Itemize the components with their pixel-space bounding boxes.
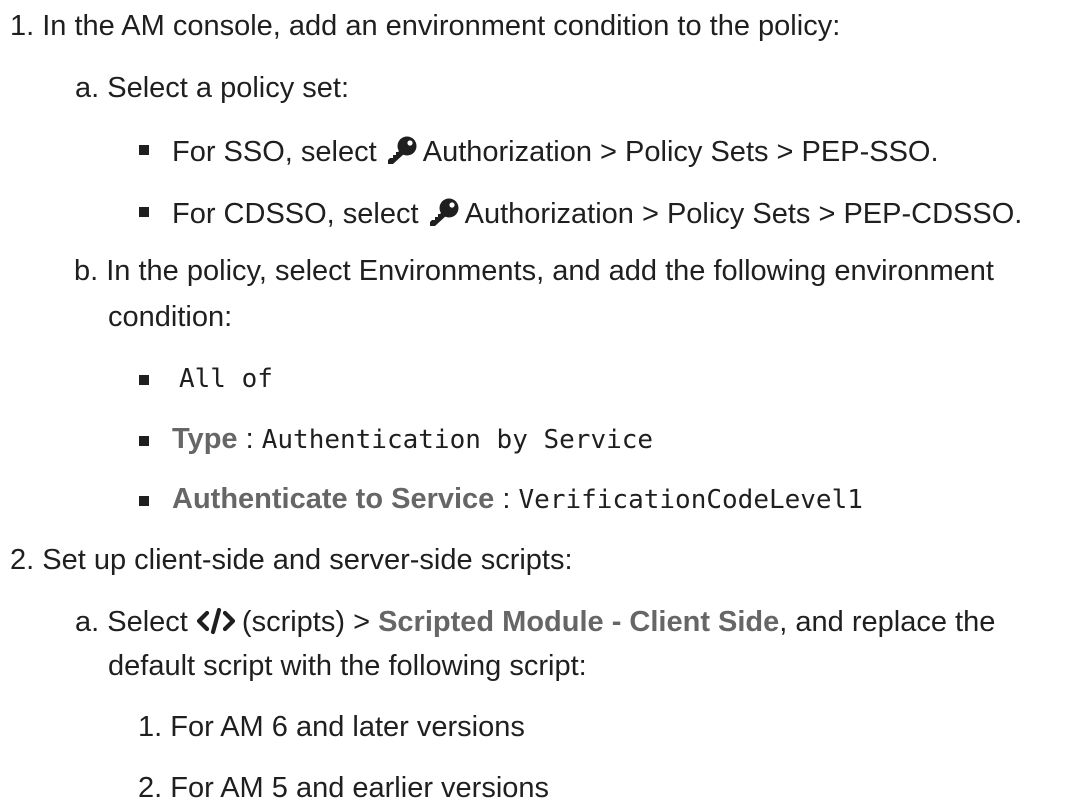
- step-2a-letter: a.: [75, 606, 100, 638]
- bullet-marker: [139, 496, 149, 506]
- list-item-suffix: Authorization > Policy Sets > PEP-CDSSO.: [464, 198, 1023, 230]
- bullet-marker: [139, 145, 149, 155]
- condition-authenticate-to-service: Authenticate to Service : VerificationCo…: [172, 485, 863, 514]
- step-1-number: 1.: [10, 10, 35, 42]
- condition-all-of: All of: [179, 364, 273, 394]
- list-item-sso: For SSO, select Authorization > Policy S…: [172, 135, 939, 171]
- step-2-text: Set up client-side and server-side scrip…: [42, 544, 573, 576]
- condition-service-value: VerificationCodeLevel1: [518, 485, 863, 515]
- list-item-am6: 1. For AM 6 and later versions: [138, 713, 525, 742]
- list-item-am5: 2. For AM 5 and earlier versions: [138, 774, 549, 803]
- condition-service-separator: :: [502, 483, 511, 515]
- key-icon: [427, 197, 461, 233]
- bullet-marker: [139, 436, 149, 446]
- step-1b-continuation: condition:: [108, 301, 233, 333]
- step-2a-suffix: , and replace the: [779, 606, 996, 638]
- list-item-cdsso: For CDSSO, select Authorization > Policy…: [172, 197, 1022, 233]
- list-item-text: For AM 5 and earlier versions: [170, 772, 550, 804]
- condition-type-separator: :: [245, 423, 254, 455]
- step-2a-continuation: default script with the following script…: [108, 650, 587, 682]
- condition-type-label: Type: [172, 423, 238, 455]
- step-1-text: In the AM console, add an environment co…: [42, 10, 841, 42]
- step-1: 1. In the AM console, add an environment…: [10, 12, 840, 41]
- key-icon: [385, 135, 419, 171]
- code-icon: [196, 607, 236, 641]
- step-2-number: 2.: [10, 544, 35, 576]
- step-2: 2. Set up client-side and server-side sc…: [10, 546, 573, 575]
- list-item-number: 2.: [138, 772, 163, 804]
- step-1a-letter: a.: [75, 72, 100, 104]
- list-item-text: For AM 6 and later versions: [170, 711, 525, 743]
- step-1a-text: Select a policy set:: [107, 72, 350, 104]
- step-1a: a. Select a policy set:: [75, 74, 349, 103]
- condition-type-value: Authentication by Service: [261, 425, 654, 455]
- step-1b: b. In the policy, select Environments, a…: [74, 257, 994, 286]
- list-item-suffix: Authorization > Policy Sets > PEP-SSO.: [422, 136, 939, 168]
- document: 1. In the AM console, add an environment…: [0, 0, 1077, 803]
- condition-service-label: Authenticate to Service: [172, 483, 495, 515]
- list-item-prefix: For SSO, select: [172, 136, 377, 168]
- step-2a-middle: (scripts) >: [241, 606, 371, 638]
- condition-type: Type : Authentication by Service: [172, 425, 653, 454]
- step-2a-prefix: Select: [107, 606, 188, 638]
- bullet-marker: [139, 207, 149, 217]
- step-1b-letter: b.: [74, 255, 99, 287]
- step-2a: a. Select (scripts) > Scripted Module - …: [75, 607, 995, 641]
- bullet-marker: [139, 375, 149, 385]
- list-item-prefix: For CDSSO, select: [172, 198, 419, 230]
- list-item-number: 1.: [138, 711, 163, 743]
- step-1b-text: In the policy, select Environments, and …: [106, 255, 994, 287]
- scripted-module-client-side: Scripted Module - Client Side: [378, 606, 780, 638]
